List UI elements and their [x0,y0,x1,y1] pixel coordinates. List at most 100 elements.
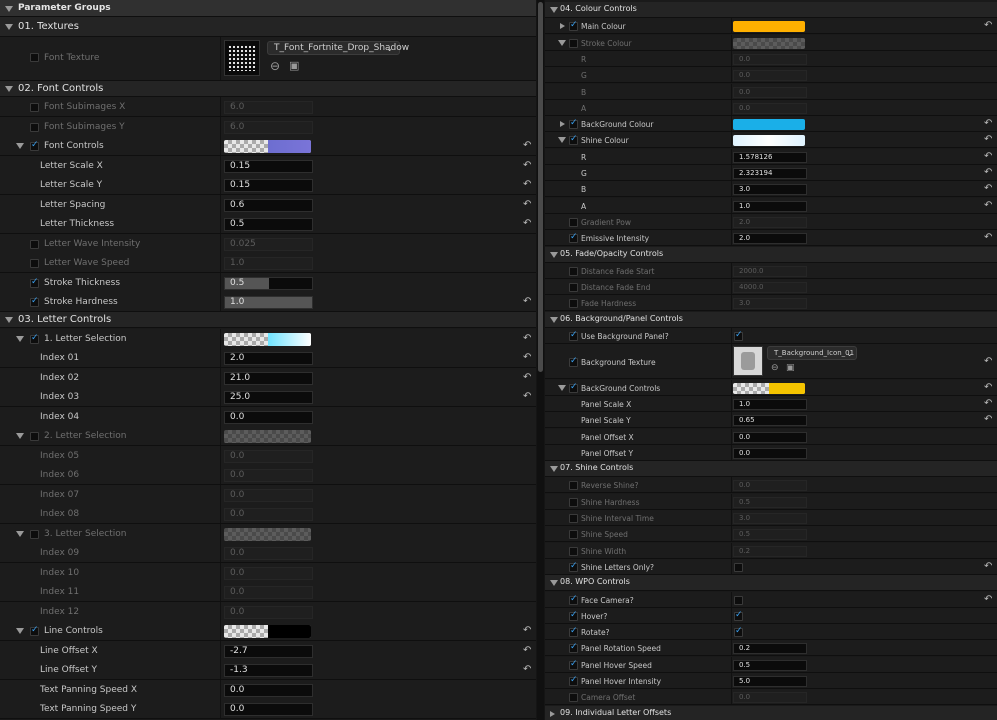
expand-arrow-icon[interactable] [558,385,566,391]
browse-icon[interactable]: ▣ [289,59,299,72]
background-texture-asset-dropdown[interactable]: T_Background_Icon_01 ⌄ [767,346,857,360]
shine-colour-color-swatch[interactable] [733,135,805,146]
shine-speed-checkbox[interactable] [569,530,578,539]
reset-arrow-icon[interactable]: ↶ [984,232,992,243]
shine-interval-time-checkbox[interactable] [569,514,578,523]
group-02-font-controls[interactable]: 02. Font Controls [0,81,536,97]
panel-scale-x-input[interactable]: 1.0 [733,399,807,410]
reset-arrow-icon[interactable]: ↶ [984,561,992,572]
line-offset-y-input[interactable]: -1.3 [224,664,313,677]
hover-checkbox[interactable] [569,610,578,621]
reset-arrow-icon[interactable]: ↶ [523,625,531,636]
reset-arrow-icon[interactable]: ↶ [984,356,992,367]
expand-arrow-icon[interactable] [550,580,558,586]
index-02-input[interactable]: 21.0 [224,372,313,385]
reset-arrow-icon[interactable]: ↶ [523,645,531,656]
expand-arrow-icon[interactable] [558,40,566,46]
scrollbar-thumb[interactable] [538,2,543,372]
main-colour-color-swatch[interactable] [733,21,805,32]
shine-g-input[interactable]: 2.323194 [733,168,807,179]
stroke-colour-checkbox[interactable] [569,39,578,48]
index-01-input[interactable]: 2.0 [224,352,313,365]
background-controls-color-swatch[interactable] [733,383,805,394]
font-texture-asset-dropdown[interactable]: T_Font_Fortnite_Drop_Shadow ⌄ [267,41,409,55]
letter-thickness-input[interactable]: 0.5 [224,218,313,231]
background-colour-checkbox[interactable] [569,118,578,129]
letter-selection-2-checkbox[interactable] [30,432,39,441]
rotate-checkbox[interactable] [569,626,578,637]
letter-selection-3-checkbox[interactable] [30,530,39,539]
panel-rotation-speed-input[interactable]: 0.2 [733,643,807,654]
stroke-thickness-input[interactable]: 0.5 [224,277,313,290]
panel-offset-y-input[interactable]: 0.0 [733,448,807,459]
use-selected-icon[interactable]: ⊖ [270,59,280,73]
reset-arrow-icon[interactable]: ↶ [984,414,992,425]
expand-arrow-icon[interactable] [16,143,24,149]
reset-arrow-icon[interactable]: ↶ [523,218,531,229]
shine-letters-only-checkbox[interactable] [569,561,578,572]
distance-fade-end-checkbox[interactable] [569,283,578,292]
group-08-wpo-controls[interactable]: 08. WPO Controls [545,575,997,591]
line-controls-checkbox[interactable] [30,625,39,636]
expand-arrow-icon[interactable] [16,531,24,537]
expand-arrow-icon[interactable] [550,317,558,323]
letter-wave-speed-checkbox[interactable] [30,259,39,268]
shine-r-input[interactable]: 1.578126 [733,152,807,163]
background-controls-checkbox[interactable] [569,382,578,393]
letter-spacing-input[interactable]: 0.6 [224,199,313,212]
line-controls-color-swatch[interactable] [224,625,311,638]
shine-b-input[interactable]: 3.0 [733,184,807,195]
expand-arrow-icon[interactable] [16,628,24,634]
camera-offset-checkbox[interactable] [569,693,578,702]
panel-hover-intensity-checkbox[interactable] [569,675,578,686]
collapsed-arrow-icon[interactable] [550,711,555,717]
face-camera-value-checkbox[interactable] [734,596,743,605]
group-01-textures[interactable]: 01. Textures [0,17,536,37]
group-07-shine-controls[interactable]: 07. Shine Controls [545,461,997,477]
reset-arrow-icon[interactable]: ↶ [523,179,531,190]
fade-hardness-checkbox[interactable] [569,299,578,308]
distance-fade-start-checkbox[interactable] [569,267,578,276]
shine-width-checkbox[interactable] [569,547,578,556]
group-04-colour-controls[interactable]: 04. Colour Controls [545,2,997,18]
reset-arrow-icon[interactable]: ↶ [984,382,992,393]
expand-arrow-icon[interactable] [5,24,13,30]
reset-arrow-icon[interactable]: ↶ [984,594,992,605]
letter-selection-2-color-swatch[interactable] [224,430,311,443]
group-09-individual-letter-offsets[interactable]: 09. Individual Letter Offsets [545,706,997,720]
use-selected-icon[interactable]: ⊖ [771,363,779,373]
expand-arrow-icon[interactable] [550,466,558,472]
expand-arrow-icon[interactable] [550,7,558,13]
background-texture-thumbnail[interactable] [733,346,763,376]
group-03-letter-controls[interactable]: 03. Letter Controls [0,312,536,328]
font-controls-checkbox[interactable] [30,140,39,151]
parameter-groups-header[interactable]: Parameter Groups [0,0,536,17]
background-texture-checkbox[interactable] [569,356,578,367]
reset-arrow-icon[interactable]: ↶ [523,140,531,151]
group-06-background-panel-controls[interactable]: 06. Background/Panel Controls [545,312,997,328]
panel-hover-speed-checkbox[interactable] [569,659,578,670]
reset-arrow-icon[interactable]: ↶ [984,167,992,178]
shine-hardness-checkbox[interactable] [569,498,578,507]
reset-arrow-icon[interactable]: ↶ [984,398,992,409]
emissive-intensity-checkbox[interactable] [569,232,578,243]
panel-offset-x-input[interactable]: 0.0 [733,432,807,443]
reset-arrow-icon[interactable]: ↶ [984,118,992,129]
expand-arrow-icon[interactable] [16,433,24,439]
gradient-pow-checkbox[interactable] [569,218,578,227]
collapsed-arrow-icon[interactable] [560,23,565,29]
reset-arrow-icon[interactable]: ↶ [523,333,531,344]
face-camera-checkbox[interactable] [569,594,578,605]
font-subimages-y-checkbox[interactable] [30,123,39,132]
text-panning-speed-y-input[interactable]: 0.0 [224,703,313,716]
reset-arrow-icon[interactable]: ↶ [523,391,531,402]
reset-arrow-icon[interactable]: ↶ [984,134,992,145]
emissive-intensity-input[interactable]: 2.0 [733,233,807,244]
main-colour-checkbox[interactable] [569,20,578,31]
collapsed-arrow-icon[interactable] [560,121,565,127]
browse-icon[interactable]: ▣ [786,363,795,373]
stroke-hardness-input[interactable]: 1.0 [224,296,313,309]
reset-arrow-icon[interactable]: ↶ [523,296,531,307]
letter-scale-y-input[interactable]: 0.15 [224,179,313,192]
reset-arrow-icon[interactable]: ↶ [984,200,992,211]
